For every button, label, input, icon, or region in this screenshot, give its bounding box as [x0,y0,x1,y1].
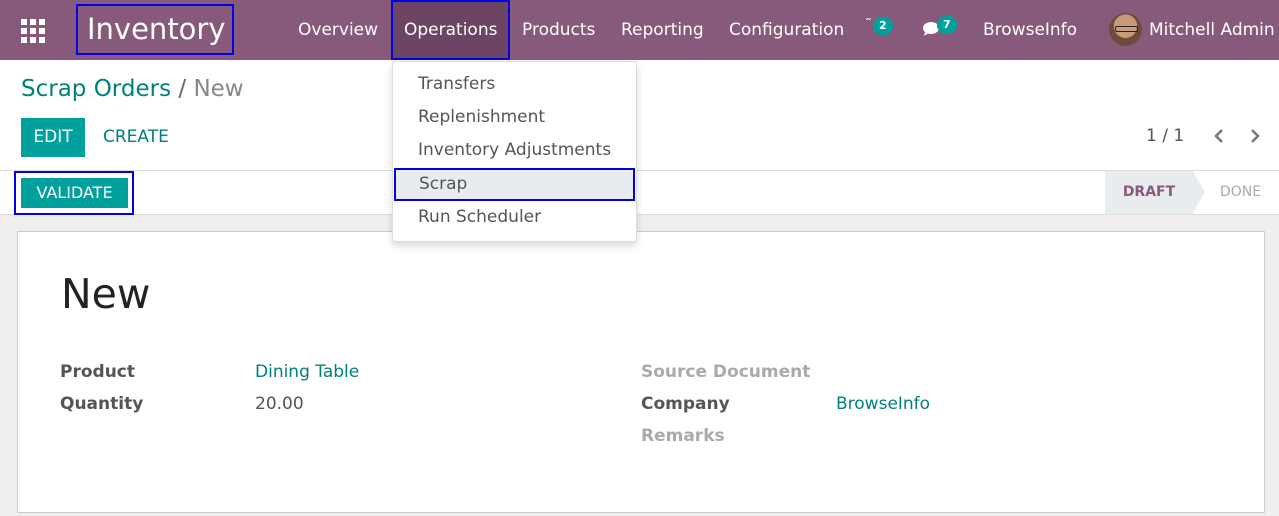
breadcrumb-current: New [193,76,244,102]
validate-highlight: VALIDATE [14,171,134,215]
menu-item-scrap[interactable]: Scrap [394,168,635,201]
menu-item-run-scheduler[interactable]: Run Scheduler [393,201,636,234]
nav-products[interactable]: Products [522,0,595,60]
record-title: New [61,270,151,318]
remarks-label: Remarks [641,426,725,446]
activity-count-badge: 2 [873,17,893,35]
user-menu[interactable]: Mitchell Admin [1149,0,1275,60]
validate-button[interactable]: VALIDATE [21,178,128,208]
chevron-left-icon[interactable] [1210,125,1228,147]
form-sheet: New Product Dining Table Quantity 20.00 … [17,231,1265,513]
chevron-right-icon[interactable] [1246,125,1264,147]
top-navbar: Inventory Overview Operations Products R… [0,0,1279,60]
stage-arrow [1193,171,1205,213]
breadcrumb-separator: / [178,76,187,102]
quantity-value: 20.00 [255,394,304,414]
company-label: Company [641,394,730,414]
stage-draft: DRAFT [1105,171,1193,214]
company-value[interactable]: BrowseInfo [836,394,930,414]
edit-button[interactable]: EDIT [21,118,85,157]
breadcrumb: Scrap Orders / New [21,76,244,102]
menu-item-inventory-adjustments[interactable]: Inventory Adjustments [393,134,636,167]
nav-configuration[interactable]: Configuration [729,0,844,60]
pager-value[interactable]: 1 / 1 [1146,126,1184,146]
message-count-badge: 7 [937,16,957,34]
stage-done[interactable]: DONE [1220,171,1261,214]
company-switcher[interactable]: BrowseInfo [983,0,1077,60]
status-bar: VALIDATE DRAFT DONE [0,171,1279,215]
activity-icon[interactable]: ˜ [865,17,872,33]
control-panel: Scrap Orders / New EDIT CREATE 1 / 1 [0,60,1279,171]
menu-item-transfers[interactable]: Transfers [393,68,636,101]
create-button[interactable]: CREATE [103,118,169,157]
user-avatar[interactable] [1109,13,1142,46]
product-label: Product [60,362,135,382]
menu-item-replenishment[interactable]: Replenishment [393,101,636,134]
source-document-label: Source Document [641,362,811,382]
nav-operations[interactable]: Operations [391,0,511,60]
nav-overview[interactable]: Overview [298,0,378,60]
product-value[interactable]: Dining Table [255,362,359,382]
nav-reporting[interactable]: Reporting [621,0,704,60]
breadcrumb-scrap-orders[interactable]: Scrap Orders [21,76,171,102]
apps-grid-icon[interactable] [21,19,45,43]
quantity-label: Quantity [60,394,144,414]
operations-dropdown: Transfers Replenishment Inventory Adjust… [392,61,637,242]
app-title[interactable]: Inventory [76,4,234,55]
